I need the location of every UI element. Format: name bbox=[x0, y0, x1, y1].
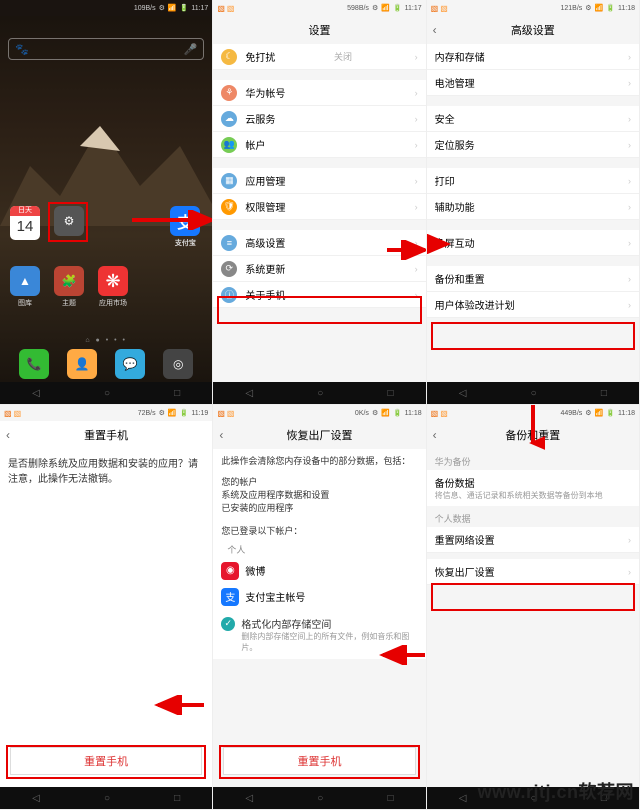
navbar[interactable]: ◁○□ bbox=[0, 787, 212, 809]
item-storage[interactable]: 内存和存储› bbox=[427, 44, 639, 70]
paw-icon: 🐾 bbox=[15, 43, 29, 56]
update-icon: ⟳ bbox=[221, 261, 237, 277]
phone-app[interactable]: 📞 bbox=[19, 349, 49, 379]
item-location[interactable]: 定位服务› bbox=[427, 132, 639, 158]
statusbar: ▧▧ 0K/s⚙📶🔋11:18 bbox=[213, 405, 425, 421]
appstore-app[interactable]: ❋ bbox=[98, 266, 128, 296]
phone-home: 109B/s⚙📶🔋11:17 🐾 🎤 日天 14 ⚙ bbox=[0, 0, 213, 405]
navbar[interactable]: ◁○□ bbox=[213, 787, 425, 809]
section-huawei-backup: 华为备份 bbox=[427, 449, 639, 470]
item-dnd[interactable]: ☾免打扰关闭› bbox=[213, 44, 425, 70]
calendar-app[interactable]: 日天 14 bbox=[10, 206, 40, 240]
navbar[interactable]: ◁○□ bbox=[213, 382, 425, 404]
page-title: ‹高级设置 bbox=[427, 16, 639, 44]
info-icon: ⓘ bbox=[221, 287, 237, 303]
item-accounts[interactable]: 👥帐户› bbox=[213, 132, 425, 158]
item-advanced[interactable]: ≡高级设置› bbox=[213, 230, 425, 256]
back-button[interactable]: ‹ bbox=[219, 428, 223, 442]
account-alipay: 支支付宝主帐号 bbox=[213, 584, 425, 610]
personal-label: 个人 bbox=[213, 541, 425, 558]
back-button[interactable]: ‹ bbox=[433, 428, 437, 442]
phone-backup-reset: ▧▧ 449B/s⚙📶🔋11:18 ‹备份和重置 华为备份 备份数据 将信息、通… bbox=[427, 405, 640, 810]
phone-factory-reset: ▧▧ 0K/s⚙📶🔋11:18 ‹恢复出厂设置 此操作会清除您内存设备中的部分数… bbox=[213, 405, 426, 810]
desc2: 您的帐户 系统及应用程序数据和设置 已安装的应用程序 bbox=[213, 475, 425, 520]
page-title: 设置 bbox=[213, 16, 425, 44]
phone-reset-confirm: ▧▧ 72B/s⚙📶🔋11:19 ‹重置手机 是否删除系统及应用数据和安装的应用… bbox=[0, 405, 213, 810]
statusbar: ▧▧ 121B/s⚙📶🔋11:18 bbox=[427, 0, 639, 16]
account-icon: 👥 bbox=[221, 137, 237, 153]
navbar[interactable]: ◁○□ bbox=[427, 382, 639, 404]
sms-app[interactable]: 💬 bbox=[115, 349, 145, 379]
check-icon: ✓ bbox=[221, 617, 235, 631]
item-permissions[interactable]: 🛡权限管理› bbox=[213, 194, 425, 220]
statusbar: ▧▧ 72B/s⚙📶🔋11:19 bbox=[0, 405, 212, 421]
item-huawei-id[interactable]: ⚘华为帐号› bbox=[213, 80, 425, 106]
account-weibo: ◉微博 bbox=[213, 558, 425, 584]
item-battery[interactable]: 电池管理› bbox=[427, 70, 639, 96]
back-button[interactable]: ‹ bbox=[433, 23, 437, 37]
item-about[interactable]: ⓘ关于手机› bbox=[213, 282, 425, 308]
reset-button[interactable]: 重置手机 bbox=[10, 747, 202, 775]
logged-label: 您已登录以下帐户： bbox=[213, 520, 425, 541]
navbar[interactable]: ◁○□ bbox=[0, 382, 212, 404]
reset-button[interactable]: 重置手机 bbox=[223, 747, 415, 775]
item-reset-network[interactable]: 重置网络设置› bbox=[427, 527, 639, 553]
camera-app[interactable]: ◎ bbox=[163, 349, 193, 379]
gallery-app[interactable]: ▲ bbox=[10, 266, 40, 296]
statusbar: ▧▧ 449B/s⚙📶🔋11:18 bbox=[427, 405, 639, 421]
item-factory-reset[interactable]: 恢复出厂设置› bbox=[427, 559, 639, 585]
shield-icon: 🛡 bbox=[221, 199, 237, 215]
format-option[interactable]: ✓ 格式化内部存储空间 删除内部存储空间上的所有文件，例如音乐和图片。 bbox=[213, 610, 425, 659]
page-title: ‹恢复出厂设置 bbox=[213, 421, 425, 449]
item-backup-reset[interactable]: 备份和重置› bbox=[427, 266, 639, 292]
phone-advanced: ▧▧ 121B/s⚙📶🔋11:18 ‹高级设置 内存和存储› 电池管理› 安全›… bbox=[427, 0, 640, 405]
item-multiscreen[interactable]: 多屏互动› bbox=[427, 230, 639, 256]
contacts-app[interactable]: 👤 bbox=[67, 349, 97, 379]
item-cloud[interactable]: ☁云服务› bbox=[213, 106, 425, 132]
search-input[interactable]: 🐾 🎤 bbox=[8, 38, 204, 60]
apps-icon: ▦ bbox=[221, 173, 237, 189]
watermark: www.rjtj.cn软荐网 bbox=[478, 778, 634, 804]
page-dots: ⌂ ● • • • bbox=[0, 337, 212, 344]
confirm-text: 是否删除系统及应用数据和安装的应用？请注意，此操作无法撤销。 bbox=[0, 449, 212, 495]
item-ux-plan[interactable]: 用户体验改进计划› bbox=[427, 292, 639, 318]
page-title: ‹备份和重置 bbox=[427, 421, 639, 449]
alipay-app[interactable]: 支 支付宝 bbox=[170, 206, 200, 236]
cloud-icon: ☁ bbox=[221, 111, 237, 127]
moon-icon: ☾ bbox=[221, 49, 237, 65]
item-print[interactable]: 打印› bbox=[427, 168, 639, 194]
section-personal: 个人数据 bbox=[427, 506, 639, 527]
back-button[interactable]: ‹ bbox=[6, 428, 10, 442]
settings-app[interactable]: ⚙ bbox=[54, 206, 84, 236]
statusbar: 109B/s⚙📶🔋11:17 bbox=[0, 0, 212, 16]
item-backup-data[interactable]: 备份数据 将信息、通话记录和系统相关数据等备份到本地 bbox=[427, 470, 639, 506]
page-title: ‹重置手机 bbox=[0, 421, 212, 449]
weibo-icon: ◉ bbox=[221, 562, 239, 580]
phone-settings: ▧▧ 598B/s⚙📶🔋11:17 设置 ☾免打扰关闭› ⚘华为帐号› ☁云服务… bbox=[213, 0, 426, 405]
user-icon: ⚘ bbox=[221, 85, 237, 101]
item-apps[interactable]: ▦应用管理› bbox=[213, 168, 425, 194]
theme-app[interactable]: 🧩 bbox=[54, 266, 84, 296]
desc1: 此操作会清除您内存设备中的部分数据，包括： bbox=[213, 449, 425, 475]
alipay-icon: 支 bbox=[221, 588, 239, 606]
item-security[interactable]: 安全› bbox=[427, 106, 639, 132]
item-accessibility[interactable]: 辅助功能› bbox=[427, 194, 639, 220]
statusbar: ▧▧ 598B/s⚙📶🔋11:17 bbox=[213, 0, 425, 16]
item-update[interactable]: ⟳系统更新› bbox=[213, 256, 425, 282]
sliders-icon: ≡ bbox=[221, 235, 237, 251]
mic-icon: 🎤 bbox=[184, 43, 198, 56]
